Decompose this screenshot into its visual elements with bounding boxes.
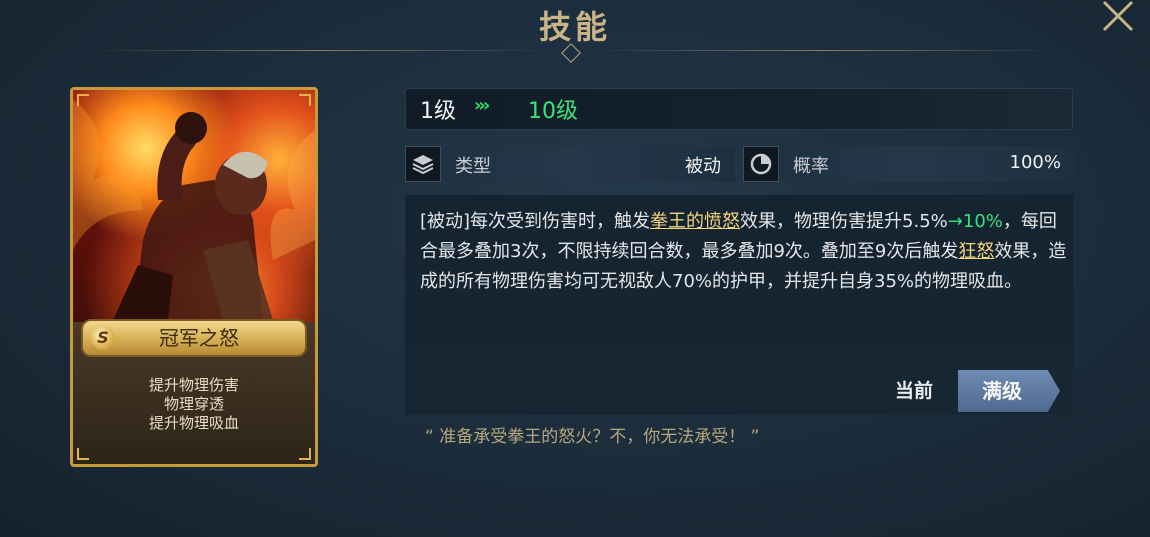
effect-link-fist-king-rage[interactable]: 拳王的愤怒 [650, 211, 740, 232]
card-corner-ornament [77, 448, 89, 460]
type-label: 类型 [455, 156, 491, 177]
chance-info: 概率 100% [743, 146, 1075, 182]
level-arrows-icon: ››› [474, 95, 490, 116]
current-level-button[interactable]: 当前 [875, 372, 953, 410]
skill-artwork [73, 90, 315, 322]
skill-tag: 提升物理伤害 [148, 376, 239, 394]
desc-text-part: 效果，物理伤害提升5.5% [740, 211, 948, 232]
max-level: 10级 [528, 99, 578, 124]
description-text: [被动]每次受到伤害时，触发拳王的愤怒效果，物理伤害提升5.5%→10%，每回合… [420, 207, 1070, 297]
card-corner-ornament [299, 94, 311, 106]
layers-icon [405, 146, 441, 182]
effect-link-frenzy[interactable]: 狂怒 [958, 241, 994, 262]
type-info: 类型 被动 [405, 146, 735, 182]
skill-quote: “ 准备承受拳王的怒火？不，你无法承受！ ” [425, 427, 760, 447]
skill-tag: 提升物理吸血 [148, 414, 239, 432]
close-button[interactable] [1098, 0, 1138, 34]
title-divider-right [590, 50, 1060, 51]
skill-name-banner: S 冠军之怒 [81, 319, 307, 357]
skill-tags: 提升物理伤害 物理穿透 提升物理吸血 [73, 376, 315, 433]
card-corner-ornament [299, 448, 311, 460]
chance-value: 100% [1009, 152, 1061, 173]
level-progress-bar: 1级 ››› 10级 [405, 88, 1073, 130]
card-corner-ornament [77, 94, 89, 106]
chance-label: 概率 [793, 156, 829, 177]
current-level: 1级 [420, 99, 456, 124]
close-icon [1102, 0, 1134, 32]
max-level-button[interactable]: 满级 [958, 370, 1060, 412]
title-divider-left [90, 50, 550, 51]
skill-card: S 冠军之怒 提升物理伤害 物理穿透 提升物理吸血 [70, 87, 318, 467]
boxer-illustration [73, 100, 315, 320]
type-value: 被动 [685, 156, 721, 177]
pie-chart-icon [743, 146, 779, 182]
skill-name: 冠军之怒 [159, 326, 239, 350]
skill-tag: 物理穿透 [163, 395, 224, 413]
desc-text-part: [被动]每次受到伤害时，触发 [420, 211, 651, 232]
page-title: 技能 [538, 8, 611, 46]
upgrade-value: →10% [947, 211, 1003, 232]
